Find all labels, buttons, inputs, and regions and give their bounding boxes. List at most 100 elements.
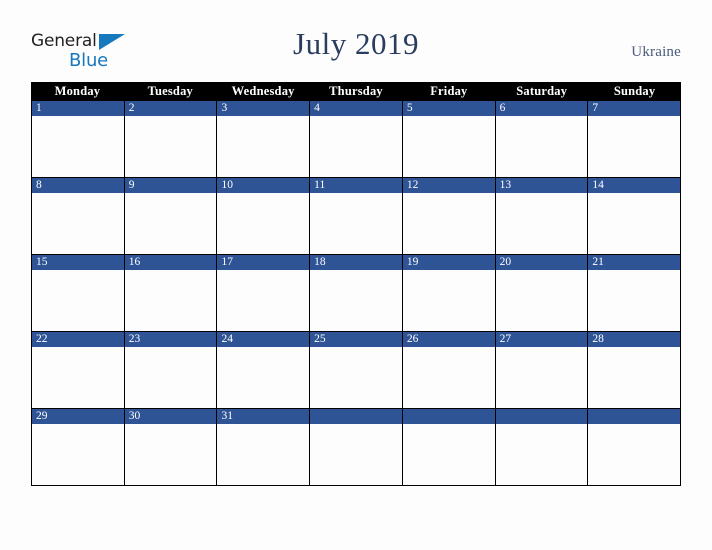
day-notes-area[interactable] <box>310 116 402 177</box>
day-notes-area[interactable] <box>402 193 495 254</box>
day-cell[interactable]: 18 <box>310 255 403 331</box>
day-notes-area[interactable] <box>124 424 217 485</box>
week-row: 29 30 31 <box>31 409 682 486</box>
day-cell[interactable]: 25 <box>310 332 403 408</box>
day-cell[interactable]: 31 <box>217 409 311 485</box>
day-notes-area[interactable] <box>124 347 217 408</box>
day-notes-area[interactable] <box>588 270 681 331</box>
day-notes-area[interactable] <box>124 270 217 331</box>
weekday-header-friday: Friday <box>430 84 468 98</box>
day-cell[interactable] <box>588 409 682 485</box>
day-cell[interactable]: 28 <box>588 332 682 408</box>
day-cell[interactable]: 4 <box>310 101 403 177</box>
day-notes-area[interactable] <box>217 193 310 254</box>
day-cell[interactable]: 19 <box>402 255 496 331</box>
day-cell[interactable]: 14 <box>588 178 682 254</box>
day-cell[interactable]: 20 <box>495 255 589 331</box>
day-number: 7 <box>588 101 681 116</box>
day-notes-area[interactable] <box>588 424 681 485</box>
day-number: 8 <box>32 178 124 193</box>
day-cell[interactable]: 6 <box>495 101 589 177</box>
day-cell[interactable]: 23 <box>124 332 218 408</box>
day-notes-area[interactable] <box>310 193 402 254</box>
day-notes-area[interactable] <box>402 347 495 408</box>
day-notes-area[interactable] <box>32 116 124 177</box>
week-row: 15 16 17 18 19 20 21 <box>31 255 682 332</box>
weekday-header-row: Monday Tuesday Wednesday Thursday Friday… <box>31 82 681 101</box>
day-cell[interactable]: 11 <box>310 178 403 254</box>
weekday-header-sunday: Sunday <box>613 84 656 98</box>
day-notes-area[interactable] <box>32 270 124 331</box>
day-cell[interactable]: 1 <box>32 101 125 177</box>
day-notes-area[interactable] <box>495 424 588 485</box>
day-notes-area[interactable] <box>588 116 681 177</box>
weekday-header-thursday: Thursday <box>329 84 383 98</box>
day-cell[interactable]: 9 <box>124 178 218 254</box>
weekday-header-wednesday: Wednesday <box>231 84 295 98</box>
day-cell[interactable]: 3 <box>217 101 311 177</box>
day-notes-area[interactable] <box>588 193 681 254</box>
day-notes-area[interactable] <box>217 270 310 331</box>
day-notes-area[interactable] <box>495 347 588 408</box>
day-notes-area[interactable] <box>217 347 310 408</box>
weekday-header-monday: Monday <box>54 84 101 98</box>
day-cell[interactable]: 29 <box>32 409 125 485</box>
day-number: 13 <box>495 178 588 193</box>
day-cell[interactable]: 21 <box>588 255 682 331</box>
day-notes-area[interactable] <box>217 116 310 177</box>
day-number: 17 <box>217 255 310 270</box>
day-number: 3 <box>217 101 310 116</box>
day-cell[interactable]: 17 <box>217 255 311 331</box>
day-notes-area[interactable] <box>310 270 402 331</box>
day-notes-area[interactable] <box>124 116 217 177</box>
week-row: 22 23 24 25 26 27 28 <box>31 332 682 409</box>
day-notes-area[interactable] <box>495 270 588 331</box>
day-notes-area[interactable] <box>217 424 310 485</box>
day-notes-area[interactable] <box>32 193 124 254</box>
day-cell[interactable]: 12 <box>402 178 496 254</box>
day-cell[interactable]: 5 <box>402 101 496 177</box>
day-number <box>588 409 681 424</box>
week-row: 1 2 3 4 5 6 7 <box>31 101 682 178</box>
day-cell[interactable]: 30 <box>124 409 218 485</box>
weekday-header-saturday: Saturday <box>516 84 568 98</box>
day-cell[interactable] <box>402 409 496 485</box>
day-number: 19 <box>402 255 495 270</box>
day-notes-area[interactable] <box>124 193 217 254</box>
day-cell[interactable]: 26 <box>402 332 496 408</box>
page-header: General Blue July 2019 Ukraine <box>0 0 712 82</box>
day-notes-area[interactable] <box>495 116 588 177</box>
day-number: 15 <box>32 255 124 270</box>
day-cell[interactable]: 15 <box>32 255 125 331</box>
day-cell[interactable]: 2 <box>124 101 218 177</box>
day-cell[interactable]: 24 <box>217 332 311 408</box>
day-number: 23 <box>124 332 217 347</box>
day-number: 2 <box>124 101 217 116</box>
day-cell[interactable]: 13 <box>495 178 589 254</box>
day-notes-area[interactable] <box>402 116 495 177</box>
day-number: 25 <box>310 332 402 347</box>
day-notes-area[interactable] <box>588 347 681 408</box>
day-cell[interactable]: 7 <box>588 101 682 177</box>
day-number: 27 <box>495 332 588 347</box>
day-cell[interactable] <box>310 409 403 485</box>
day-cell[interactable]: 27 <box>495 332 589 408</box>
day-number: 18 <box>310 255 402 270</box>
day-notes-area[interactable] <box>310 347 402 408</box>
day-notes-area[interactable] <box>32 347 124 408</box>
day-notes-area[interactable] <box>402 424 495 485</box>
day-number: 26 <box>402 332 495 347</box>
country-label: Ukraine <box>631 44 681 60</box>
day-cell[interactable]: 16 <box>124 255 218 331</box>
day-cell[interactable]: 10 <box>217 178 311 254</box>
day-notes-area[interactable] <box>310 424 402 485</box>
day-notes-area[interactable] <box>402 270 495 331</box>
day-cell[interactable]: 8 <box>32 178 125 254</box>
day-number: 1 <box>32 101 124 116</box>
day-notes-area[interactable] <box>32 424 124 485</box>
day-cell[interactable]: 22 <box>32 332 125 408</box>
day-cell[interactable] <box>495 409 589 485</box>
day-number: 12 <box>402 178 495 193</box>
day-number: 11 <box>310 178 402 193</box>
day-notes-area[interactable] <box>495 193 588 254</box>
